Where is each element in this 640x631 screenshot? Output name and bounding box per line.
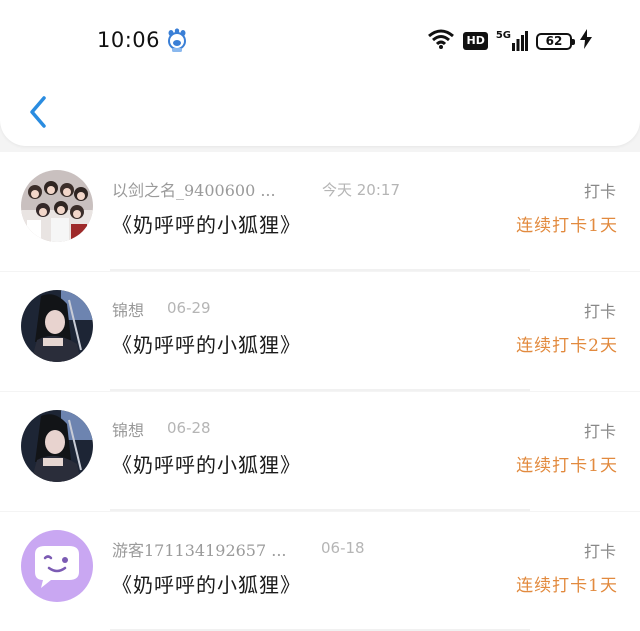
checkin-time: 06-29 [167,299,211,317]
header: 10:06 HD 5G 62 [0,0,640,146]
avatar[interactable] [21,410,93,482]
divider [110,269,530,271]
streak-label: 连续打卡2天 [516,336,618,356]
user-name[interactable]: 锦想 [112,417,144,441]
cellular-icon: 5G [496,31,528,51]
book-title[interactable]: 《奶呼呼的小狐狸》 [112,569,301,598]
book-title[interactable]: 《奶呼呼的小狐狸》 [112,329,301,358]
checkin-time: 06-18 [321,539,365,557]
streak-label: 连续打卡1天 [516,216,618,236]
back-button[interactable] [20,92,56,132]
user-name[interactable]: 以剑之名_9400600 ... [112,177,276,201]
battery-icon: 62 [536,32,575,50]
checkin-time: 今天 20:17 [322,181,400,199]
streak-label: 连续打卡1天 [516,456,618,476]
checkin-label: 打卡 [583,302,616,321]
network-label: 5G [495,30,511,41]
guest-avatar-icon [21,530,93,602]
checkin-time: 06-28 [167,419,211,437]
avatar[interactable] [21,170,93,242]
wifi-icon [427,28,455,54]
checkin-label: 打卡 [583,422,616,441]
checkin-label: 打卡 [583,542,616,561]
hd-badge: HD [463,32,488,50]
divider [110,509,530,511]
list-item[interactable]: 以剑之名_9400600 ... 今天 20:17 《奶呼呼的小狐狸》 打卡 连… [0,152,640,271]
checkin-label: 打卡 [583,182,616,201]
status-icons: HD 5G 62 [427,28,592,54]
list-item[interactable]: 游客171134192657 ... 06-18 《奶呼呼的小狐狸》 打卡 连续… [0,512,640,631]
paw-icon [166,28,188,56]
user-name[interactable]: 锦想 [112,297,144,321]
checkin-list: 以剑之名_9400600 ... 今天 20:17 《奶呼呼的小狐狸》 打卡 连… [0,152,640,631]
book-title[interactable]: 《奶呼呼的小狐狸》 [112,449,301,478]
status-time: 10:06 [97,28,161,52]
chevron-left-icon [30,96,46,128]
list-item[interactable]: 锦想 06-29 《奶呼呼的小狐狸》 打卡 连续打卡2天 [0,272,640,391]
book-title[interactable]: 《奶呼呼的小狐狸》 [112,209,301,238]
divider [110,389,530,391]
streak-label: 连续打卡1天 [516,576,618,596]
battery-level: 62 [545,34,563,48]
avatar[interactable] [21,530,93,602]
user-name[interactable]: 游客171134192657 ... [112,537,287,561]
charging-icon [580,29,592,53]
avatar[interactable] [21,290,93,362]
list-item[interactable]: 锦想 06-28 《奶呼呼的小狐狸》 打卡 连续打卡1天 [0,392,640,511]
